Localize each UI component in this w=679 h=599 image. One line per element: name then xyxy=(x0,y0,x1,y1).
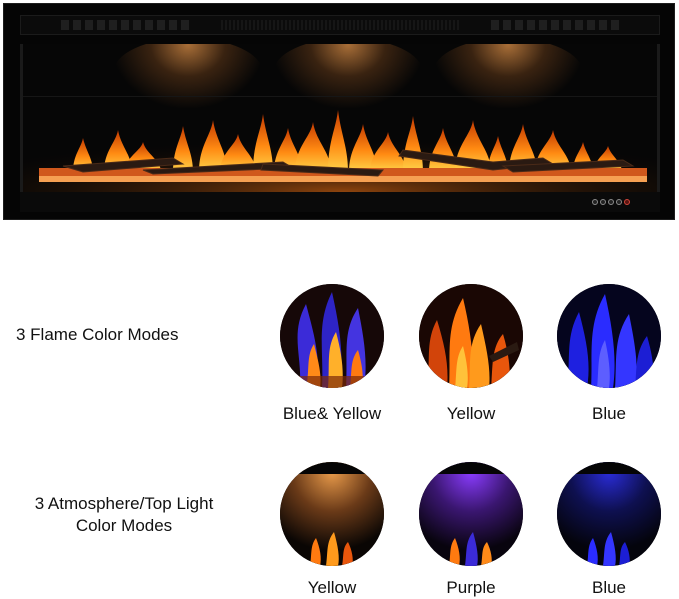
vent-grille-center xyxy=(221,20,461,30)
firebox xyxy=(20,44,660,192)
light-modes-heading-line2: Color Modes xyxy=(75,516,173,535)
yellow-flame-swatch xyxy=(419,284,523,388)
yellow-top-light-swatch xyxy=(280,462,384,566)
flame-modes-heading: 3 Flame Color Modes xyxy=(16,325,179,344)
purple-top-light-swatch xyxy=(419,462,523,566)
light-modes-heading-line1: 3 Atmosphere/Top Light xyxy=(34,494,214,513)
top-vent xyxy=(20,15,660,35)
flame-bed xyxy=(23,110,657,192)
flame-mode-label: Blue xyxy=(591,404,627,423)
timer-button[interactable] xyxy=(616,199,622,205)
fireplace-image xyxy=(3,3,675,220)
blue-yellow-flame-swatch xyxy=(280,284,384,388)
heat-button[interactable] xyxy=(624,199,630,205)
blue-top-light-swatch xyxy=(557,462,661,566)
light-mode-label: Purple xyxy=(446,578,496,597)
light-modes-heading: 3 Atmosphere/Top Light Color Modes xyxy=(14,493,234,537)
flame-mode-label: Blue& Yellow xyxy=(282,404,382,423)
power-button[interactable] xyxy=(592,199,598,205)
light-mode-label: Yellow xyxy=(307,578,357,597)
blue-flame-swatch xyxy=(557,284,661,388)
control-panel xyxy=(592,199,630,205)
flame-mode-label: Yellow xyxy=(446,404,496,423)
vent-grille-left xyxy=(61,20,191,30)
control-strip xyxy=(20,192,660,212)
light-button[interactable] xyxy=(608,199,614,205)
vent-grille-right xyxy=(491,20,621,30)
light-mode-label: Blue xyxy=(591,578,627,597)
flame-button[interactable] xyxy=(600,199,606,205)
